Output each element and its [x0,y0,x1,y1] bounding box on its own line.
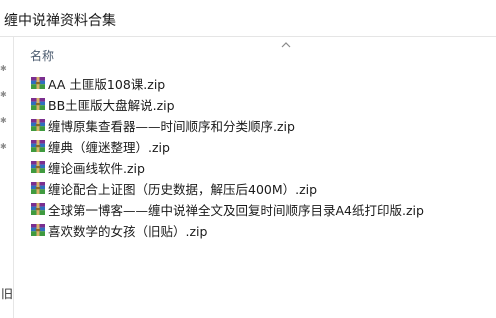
file-name[interactable]: BB土匪版大盘解说.zip [48,95,175,114]
nav-item-label[interactable]: 旧 [1,285,13,302]
winrar-archive-icon [31,119,45,131]
pin-icon[interactable]: ✱ [0,117,8,125]
file-row[interactable]: AA 土匪版108课.zip [14,72,496,93]
file-name[interactable]: 缠论画线软件.zip [48,158,145,177]
file-name[interactable]: 缠博原集查看器——时间顺序和分类顺序.zip [48,116,295,135]
window-title: 缠中说禅资料合集 [4,13,116,29]
file-list: AA 土匪版108课.zip BB土匪版大盘解说.zip 缠博原集查看器——时间顺序… [14,72,496,240]
winrar-archive-icon [31,182,45,194]
pin-icon[interactable]: ✱ [0,143,8,151]
winrar-archive-icon [31,224,45,236]
file-row[interactable]: 全球第一博客——缠中说禅全文及回复时间顺序目录A4纸打印版.zip [14,198,496,219]
file-row[interactable]: 喜欢数学的女孩（旧贴）.zip [14,219,496,240]
file-row[interactable]: 缠博原集查看器——时间顺序和分类顺序.zip [14,114,496,135]
navigation-pane[interactable]: ✱ ✱ ✱ ✱ 旧 [0,37,14,318]
file-name[interactable]: 缠论配合上证图（历史数据，解压后400M）.zip [48,179,317,198]
file-row[interactable]: 缠论画线软件.zip [14,156,496,177]
sort-up-icon[interactable] [280,41,292,49]
name-column-header[interactable]: 名称 [30,47,54,64]
column-header: 名称 [14,37,496,67]
winrar-archive-icon [31,140,45,152]
winrar-archive-icon [31,98,45,110]
pin-icon[interactable]: ✱ [0,65,8,73]
winrar-archive-icon [31,77,45,89]
file-name[interactable]: 缠典（缠迷整理）.zip [48,137,170,156]
winrar-archive-icon [31,203,45,215]
pin-icon[interactable]: ✱ [0,91,8,99]
file-row[interactable]: 缠论配合上证图（历史数据，解压后400M）.zip [14,177,496,198]
file-row[interactable]: 缠典（缠迷整理）.zip [14,135,496,156]
file-name[interactable]: 全球第一博客——缠中说禅全文及回复时间顺序目录A4纸打印版.zip [48,200,424,219]
file-name[interactable]: AA 土匪版108课.zip [48,74,165,93]
winrar-archive-icon [31,161,45,173]
file-row[interactable]: BB土匪版大盘解说.zip [14,93,496,114]
file-name[interactable]: 喜欢数学的女孩（旧贴）.zip [48,221,207,240]
title-bar: 缠中说禅资料合集 [0,0,496,37]
